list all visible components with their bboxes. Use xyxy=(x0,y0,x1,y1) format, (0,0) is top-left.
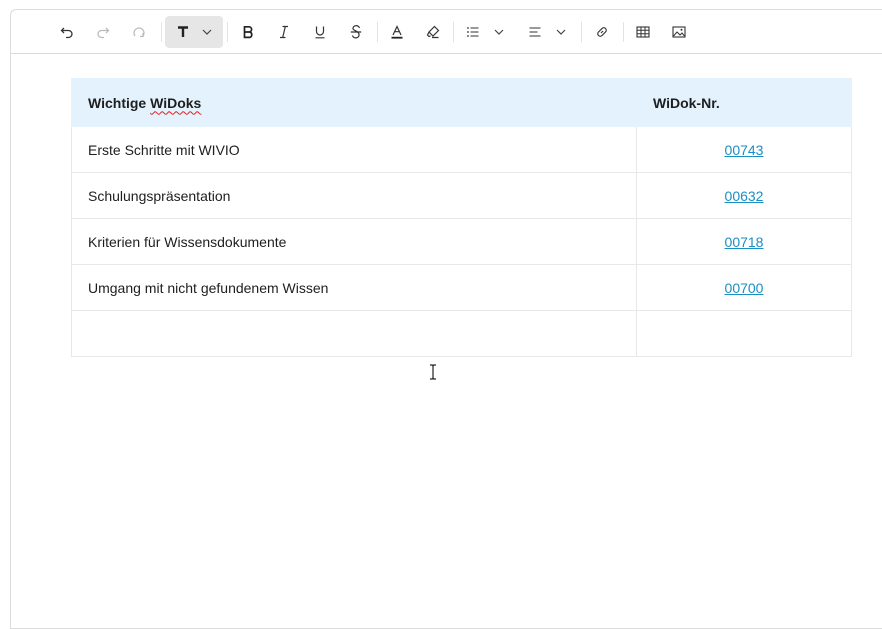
bold-icon xyxy=(243,25,253,39)
cell-number[interactable] xyxy=(636,310,852,357)
table-icon xyxy=(636,26,650,38)
toolbar-separator xyxy=(623,22,624,42)
text-cursor-icon xyxy=(430,364,436,380)
chevron-down-icon xyxy=(494,29,504,35)
toolbar-separator xyxy=(377,22,378,42)
toolbar-separator xyxy=(161,22,162,42)
toolbar-separator xyxy=(227,22,228,42)
align-icon xyxy=(529,27,541,37)
table-row xyxy=(71,310,852,357)
table-row: Umgang mit nicht gefundenem Wissen 00700 xyxy=(71,264,852,311)
redo-icon xyxy=(97,27,110,39)
text-format-icon xyxy=(178,26,188,37)
toolbar xyxy=(11,10,882,54)
highlight-button[interactable] xyxy=(423,18,443,46)
highlight-icon xyxy=(426,25,440,39)
strikethrough-button[interactable] xyxy=(346,18,366,46)
header-title-misspelled-word: WiDoks xyxy=(150,94,202,111)
widok-link[interactable]: 00700 xyxy=(725,280,764,296)
list-dropdown[interactable] xyxy=(463,18,507,46)
cell-title[interactable]: Umgang mit nicht gefundenem Wissen xyxy=(71,264,637,311)
clear-format-icon xyxy=(133,27,145,38)
toolbar-separator xyxy=(453,22,454,42)
widok-table[interactable]: Wichtige WiDoks WiDok-Nr. Erste Schritte… xyxy=(71,78,852,357)
undo-button[interactable] xyxy=(57,18,77,46)
underline-icon xyxy=(315,26,325,39)
header-cell-title[interactable]: Wichtige WiDoks xyxy=(71,78,637,127)
align-dropdown[interactable] xyxy=(525,18,569,46)
widok-link[interactable]: 00718 xyxy=(725,234,764,250)
chevron-down-icon xyxy=(556,29,566,35)
list-icon xyxy=(467,27,479,37)
strikethrough-icon xyxy=(350,25,362,39)
text-format-dropdown[interactable] xyxy=(165,16,223,48)
image-button[interactable] xyxy=(669,18,689,46)
cell-title[interactable]: Kriterien für Wissensdokumente xyxy=(71,218,637,265)
table-row: Kriterien für Wissensdokumente 00718 xyxy=(71,218,852,265)
italic-icon xyxy=(280,25,288,39)
clear-format-button[interactable] xyxy=(129,18,149,46)
widok-link[interactable]: 00743 xyxy=(725,142,764,158)
cell-title[interactable]: Schulungspräsentation xyxy=(71,172,637,219)
italic-button[interactable] xyxy=(274,18,294,46)
chevron-down-icon xyxy=(202,29,212,35)
table-row: Erste Schritte mit WIVIO 00743 xyxy=(71,126,852,173)
underline-button[interactable] xyxy=(310,18,330,46)
font-color-button[interactable] xyxy=(387,18,407,46)
redo-button[interactable] xyxy=(93,18,113,46)
table-row: Schulungspräsentation 00632 xyxy=(71,172,852,219)
toolbar-separator xyxy=(581,22,582,42)
table-button[interactable] xyxy=(633,18,653,46)
cell-number[interactable]: 00743 xyxy=(636,126,852,173)
undo-icon xyxy=(60,27,73,39)
table-header-row: Wichtige WiDoks WiDok-Nr. xyxy=(71,78,852,127)
cell-title[interactable]: Erste Schritte mit WIVIO xyxy=(71,126,637,173)
header-title-text: Wichtige xyxy=(88,94,151,111)
link-button[interactable] xyxy=(592,18,612,46)
editor-content[interactable]: Wichtige WiDoks WiDok-Nr. Erste Schritte… xyxy=(71,78,852,357)
cell-number[interactable]: 00700 xyxy=(636,264,852,311)
header-cell-number[interactable]: WiDok-Nr. xyxy=(636,78,852,127)
widok-link[interactable]: 00632 xyxy=(725,188,764,204)
rich-text-editor: Wichtige WiDoks WiDok-Nr. Erste Schritte… xyxy=(10,9,882,629)
bold-button[interactable] xyxy=(238,18,258,46)
font-color-icon xyxy=(391,25,403,39)
cell-number[interactable]: 00718 xyxy=(636,218,852,265)
cell-number[interactable]: 00632 xyxy=(636,172,852,219)
link-icon xyxy=(597,27,607,37)
image-icon xyxy=(672,26,686,38)
cell-title[interactable] xyxy=(71,310,637,357)
